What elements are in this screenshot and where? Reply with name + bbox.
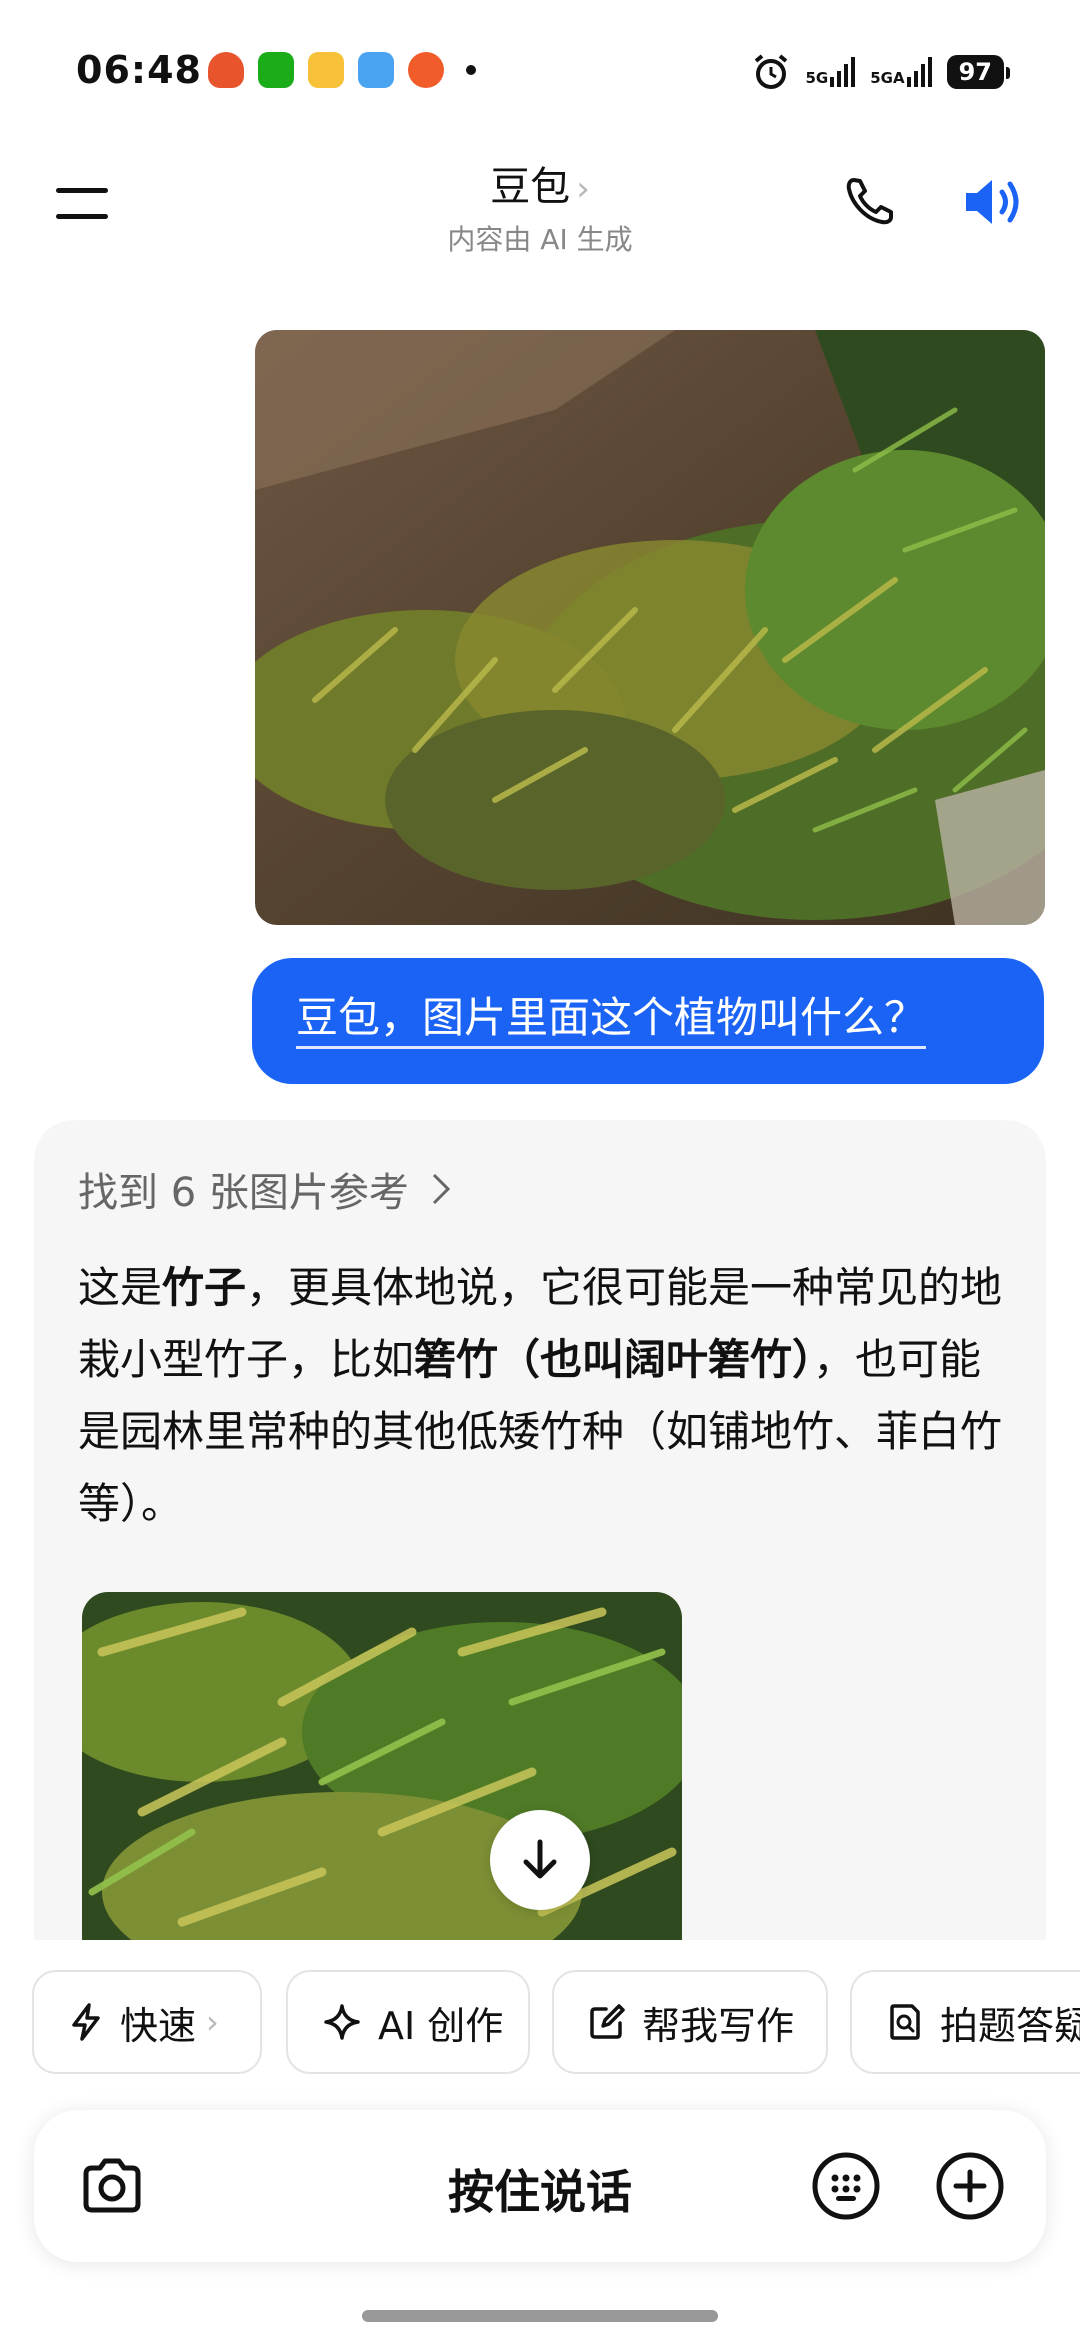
status-app-icons (208, 52, 476, 88)
ai-text-bold: 竹子 (162, 1263, 247, 1312)
chip-ai-create[interactable]: AI 创作 (286, 1970, 530, 2074)
chevron-right-icon (432, 1173, 451, 1205)
chat-header: 豆包 › 内容由 AI 生成 (0, 150, 1080, 280)
chip-label: AI 创作 (378, 2003, 504, 2048)
status-right: 5G 5GA 97 (751, 52, 1011, 92)
chip-fast[interactable]: 快速 › (32, 1970, 262, 2074)
image-reference-link[interactable]: 找到 6 张图片参考 (78, 1160, 453, 1218)
shopping-icon (208, 52, 244, 88)
ai-reply-text: 这是竹子，更具体地说，它很可能是一种常见的地栽小型竹子，比如箬竹（也叫阔叶箬竹）… (78, 1252, 1008, 1540)
ai-text-segment: 这是 (78, 1263, 163, 1312)
chat-title-area[interactable]: 豆包 › 内容由 AI 生成 (0, 154, 1080, 258)
food-icon (308, 52, 344, 88)
signal-bars-icon (830, 57, 856, 87)
ai-text-bold: 箬竹（也叫阔叶箬竹） (414, 1335, 814, 1384)
more-notifications-dot (466, 65, 476, 75)
signal-bars-icon (906, 57, 932, 87)
battery-indicator: 97 (946, 55, 1011, 89)
user-message-bubble[interactable]: 豆包，图片里面这个植物叫什么？ (252, 958, 1044, 1084)
scroll-to-bottom-button[interactable] (490, 1810, 590, 1910)
arrow-down-icon (523, 1839, 557, 1879)
wechat-pay-icon (258, 52, 294, 88)
signal-2: 5GA (870, 57, 932, 87)
image-reference-label: 找到 6 张图片参考 (78, 1170, 409, 1216)
weather-icon (358, 52, 394, 88)
keyboard-icon[interactable] (810, 2150, 882, 2222)
bamboo-photo (255, 330, 1045, 925)
home-indicator[interactable] (362, 2310, 718, 2322)
network-type-1: 5G (805, 69, 829, 87)
game-icon (408, 52, 444, 88)
chevron-right-icon: › (206, 2003, 219, 2041)
question-scan-icon (890, 2004, 920, 2040)
quick-action-chips: 快速 › AI 创作 帮我写作 拍题答疑 (32, 1970, 1080, 2076)
user-uploaded-photo[interactable] (255, 330, 1045, 925)
chip-photo-question[interactable]: 拍题答疑 (850, 1970, 1080, 2074)
chevron-right-icon: › (576, 169, 590, 209)
page-title: 豆包 (490, 164, 571, 210)
plus-icon[interactable] (934, 2150, 1006, 2222)
network-type-2: 5GA (870, 69, 905, 87)
hold-to-talk-button[interactable]: 按住说话 (34, 2156, 1046, 2222)
user-message-text: 豆包，图片里面这个植物叫什么？ (296, 993, 927, 1049)
chip-writing[interactable]: 帮我写作 (552, 1970, 828, 2074)
chip-label: 帮我写作 (642, 2003, 795, 2048)
reference-photo[interactable] (82, 1592, 682, 1940)
sparkle-icon (324, 2004, 360, 2040)
edit-icon (590, 2004, 625, 2039)
alarm-icon (755, 54, 788, 89)
chip-label: 快速 (120, 2003, 197, 2048)
status-time: 06:48 (76, 48, 202, 92)
bamboo-leaves-photo (82, 1592, 682, 1940)
status-bar: 06:48 5G 5GA 97 (0, 0, 1080, 150)
signal-1: 5G (805, 57, 856, 87)
phone-icon[interactable] (840, 172, 900, 232)
chip-label: 拍题答疑 (940, 2003, 1080, 2048)
speaker-icon[interactable] (960, 172, 1030, 232)
ai-generated-note: 内容由 AI 生成 (447, 223, 633, 256)
input-bar: 按住说话 (34, 2110, 1046, 2262)
lightning-icon (72, 2003, 100, 2041)
